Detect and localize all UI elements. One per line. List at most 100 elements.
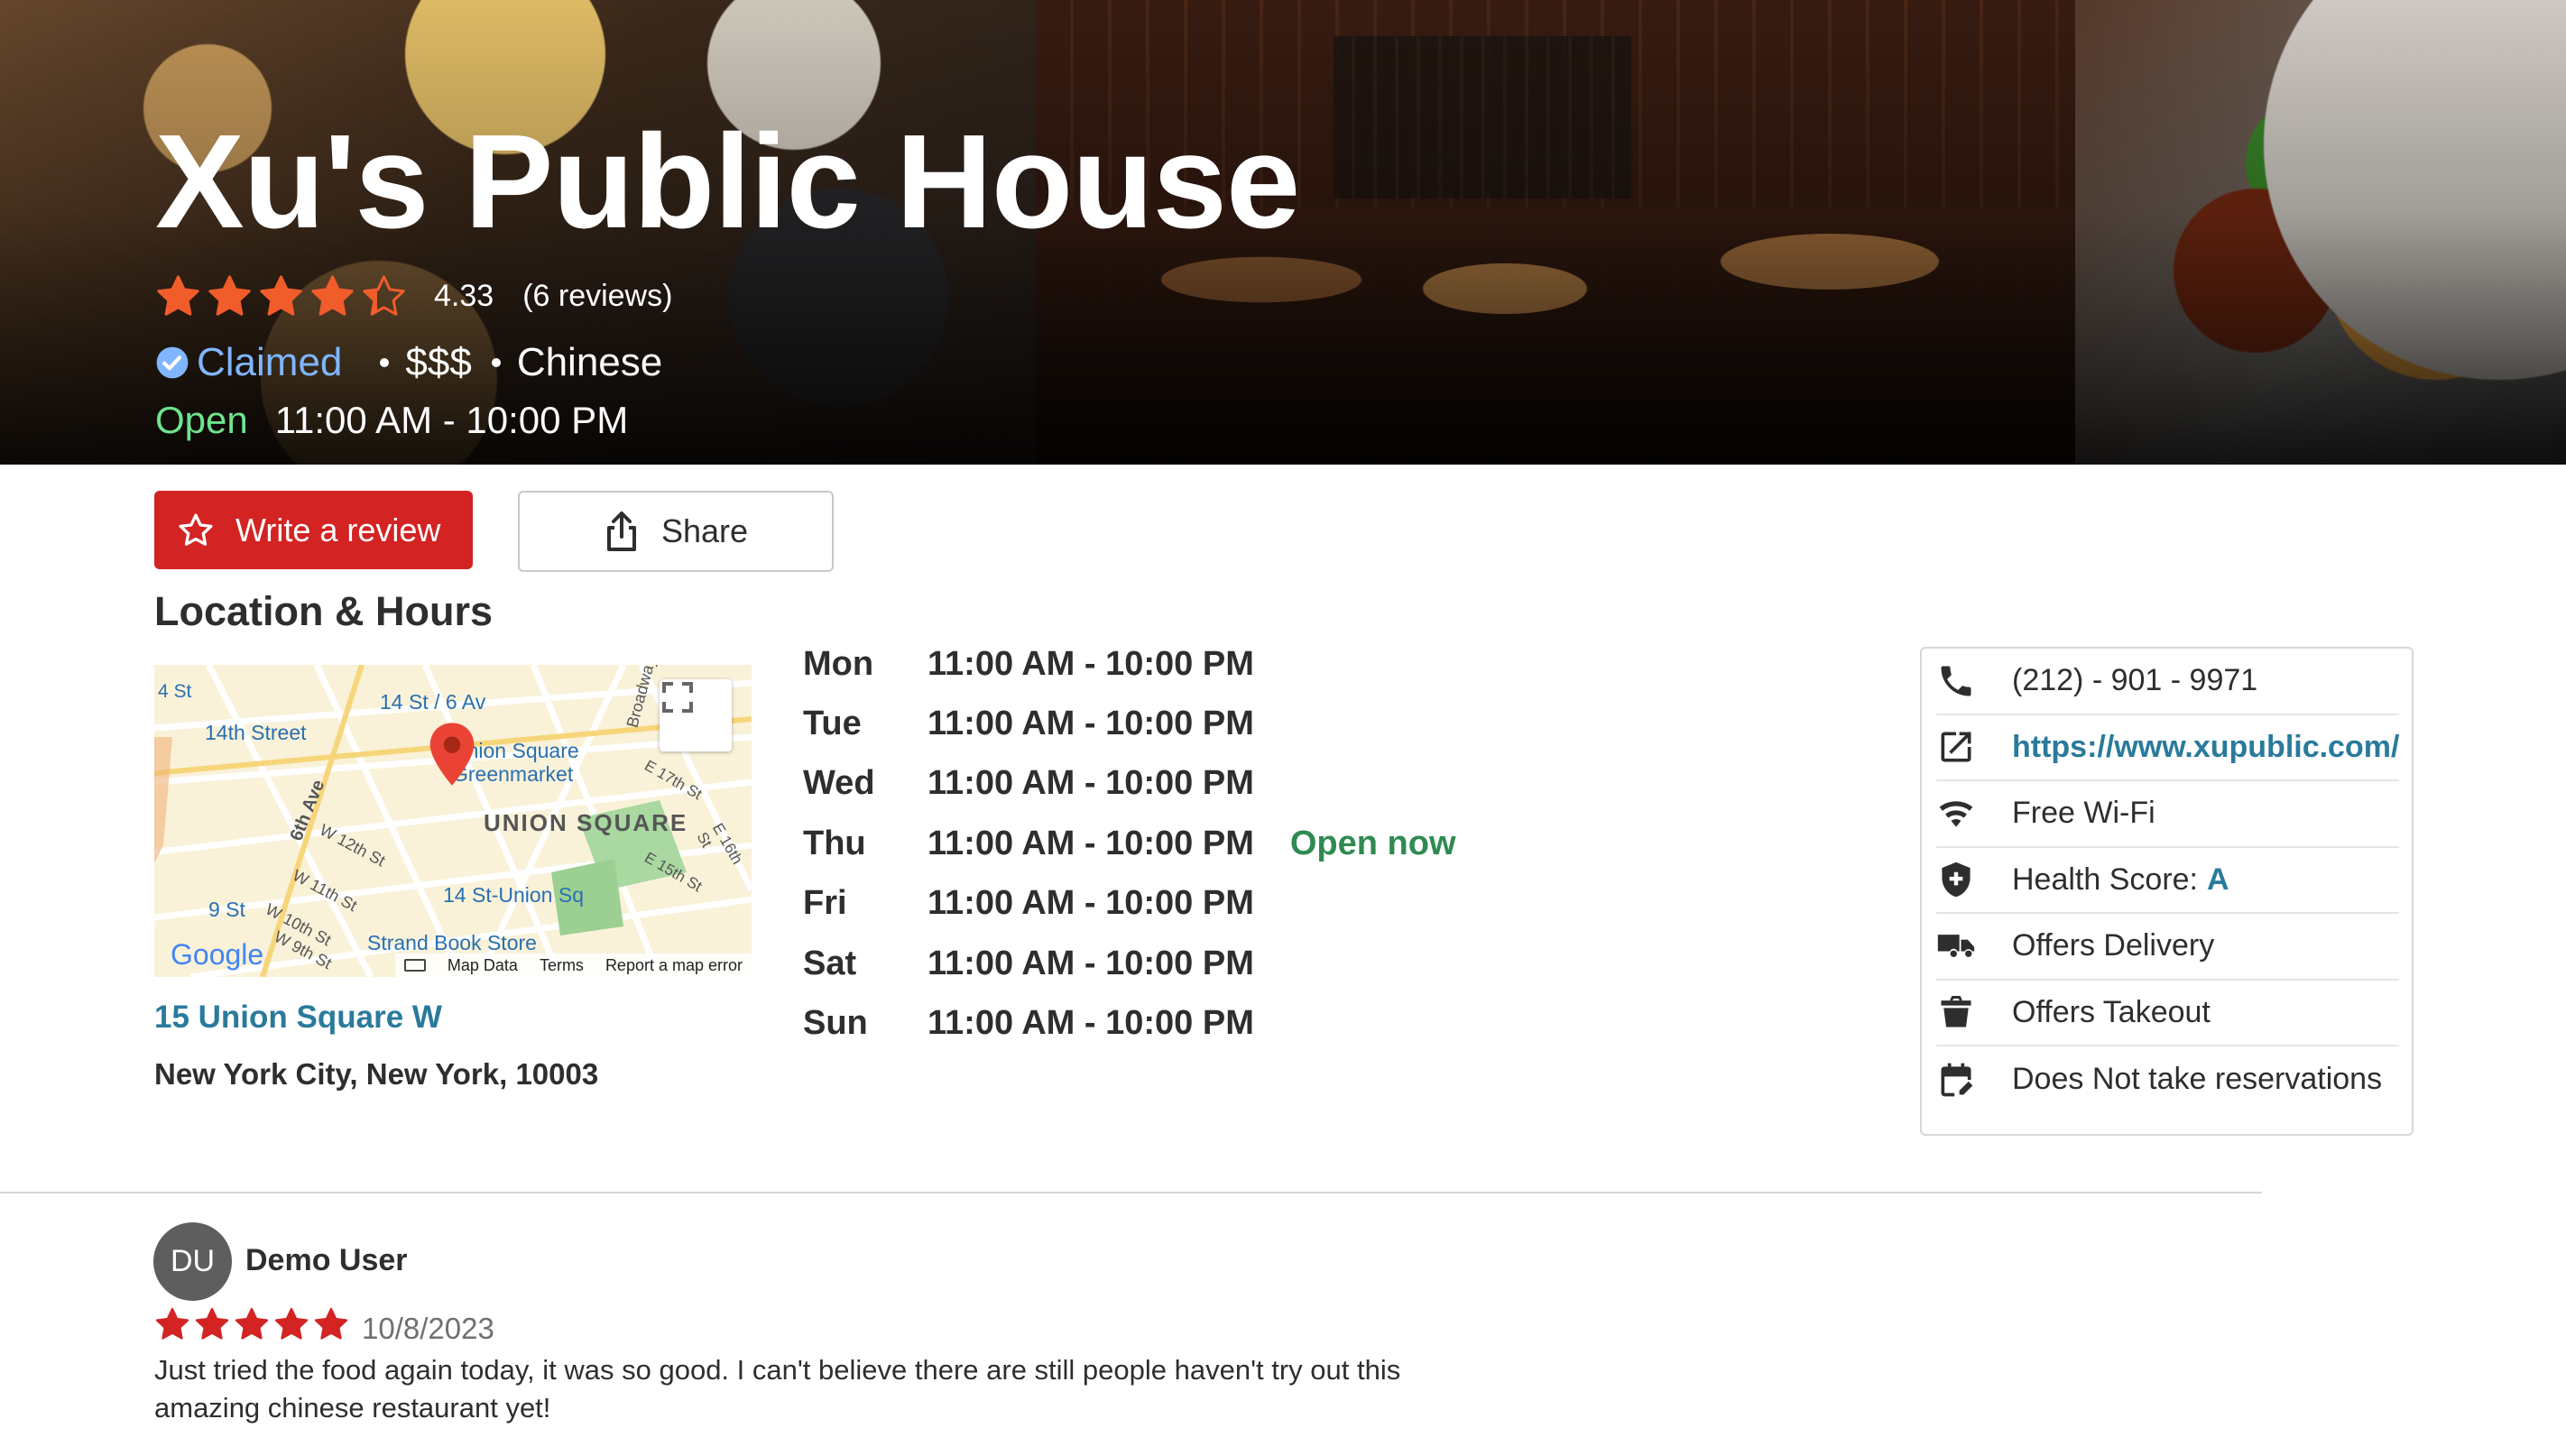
address-zip: 10003	[515, 1057, 599, 1091]
map-footer: Map Data Terms Report a map error	[394, 954, 752, 977]
hours-time: 11:00 AM - 10:00 PM	[928, 1004, 1254, 1043]
map-data-link[interactable]: Map Data	[448, 956, 518, 975]
google-logo: Google	[171, 938, 264, 971]
section-divider	[0, 1192, 2262, 1193]
star-icon	[157, 274, 199, 316]
business-name: Xu's Public House	[155, 107, 1300, 256]
takeout-box-icon	[1941, 996, 1971, 1027]
reservations-label: Does Not take reservations	[2012, 1062, 2383, 1097]
map-label-14st-union-sq: 14 St-Union Sq	[443, 883, 584, 907]
hours-time: 11:00 AM - 10:00 PM	[928, 884, 1254, 923]
takeout-label: Offers Takeout	[2012, 994, 2211, 1029]
health-score-grade[interactable]: A	[2207, 862, 2229, 897]
phone-icon	[1941, 666, 1971, 696]
star-icon	[363, 274, 405, 316]
hero-banner: Xu's Public House 4.33 (6 reviews) Claim…	[0, 0, 2566, 465]
hours-row: Sun 11:00 AM - 10:00 PM	[803, 993, 1456, 1053]
map-label-9st: 9 St	[208, 898, 245, 921]
location-map[interactable]: 4 St 14th Street 14 St / 6 Av Union Squa…	[154, 665, 752, 977]
wifi-label: Free Wi-Fi	[2012, 796, 2155, 831]
delivery-truck-icon	[1937, 934, 1975, 957]
open-now-badge: Open now	[1289, 824, 1456, 862]
star-icon	[195, 1307, 229, 1340]
info-row-takeout: Offers Takeout	[1936, 981, 2399, 1046]
info-row-reservations: Does Not take reservations	[1936, 1046, 2399, 1113]
map-fullscreen-button[interactable]	[660, 679, 732, 751]
info-row-website: https://www.xupublic.com/	[1936, 715, 2399, 781]
review-rating-stars	[154, 1306, 349, 1342]
delivery-label: Offers Delivery	[2012, 928, 2215, 963]
address-link[interactable]: 15 Union Square W	[154, 1000, 442, 1036]
rating-row: 4.33 (6 reviews)	[155, 271, 672, 321]
info-row-phone: (212) - 901 - 9971	[1936, 649, 2399, 715]
map-label-4st: 4 St	[158, 681, 192, 702]
hours-day: Fri	[803, 884, 847, 923]
hours-day: Mon	[803, 644, 874, 683]
hours-day: Wed	[803, 764, 875, 803]
hours-time: 11:00 AM - 10:00 PM	[928, 824, 1254, 862]
star-icon	[208, 274, 251, 316]
map-report-error-link[interactable]: Report a map error	[605, 956, 743, 975]
hours-time: 11:00 AM - 10:00 PM	[928, 944, 1254, 982]
health-score-text: Health Score:	[2012, 862, 2198, 897]
info-row-delivery: Offers Delivery	[1936, 914, 2399, 981]
hours-time: 11:00 AM - 10:00 PM	[928, 705, 1254, 743]
hours-row: Mon 11:00 AM - 10:00 PM	[803, 634, 1456, 694]
review-date: 10/8/2023	[362, 1312, 494, 1345]
map-terms-link[interactable]: Terms	[540, 956, 584, 975]
hours-row: Wed 11:00 AM - 10:00 PM	[803, 754, 1456, 814]
external-link-icon	[1941, 732, 1971, 762]
star-icon	[235, 1307, 269, 1340]
share-icon	[606, 511, 636, 551]
hours-day: Thu	[803, 824, 866, 862]
map-label-union-square: UNION SQUARE	[484, 809, 688, 836]
rating-value: 4.33	[434, 278, 494, 313]
hours-day: Sun	[803, 1004, 868, 1043]
keyboard-icon[interactable]	[403, 959, 426, 972]
address-state: New York,	[365, 1057, 508, 1091]
hours-day: Tue	[803, 705, 862, 743]
star-outline-icon	[179, 512, 213, 546]
map-label-strand: Strand Book Store	[367, 931, 537, 954]
health-score-label: Health Score: A	[2012, 862, 2229, 898]
section-title-location-hours: Location & Hours	[154, 588, 494, 634]
review-count[interactable]: (6 reviews)	[522, 279, 672, 314]
meta-row: Claimed $$$ Chinese	[155, 336, 662, 390]
map-label-14th-street: 14th Street	[205, 721, 307, 744]
calendar-edit-icon	[1941, 1063, 1973, 1097]
review-text: Just tried the food again today, it was …	[154, 1354, 1401, 1424]
shield-plus-icon	[1942, 862, 1971, 898]
star-icon	[311, 274, 354, 316]
avatar[interactable]: DU	[153, 1222, 232, 1301]
hours-row: Thu 11:00 AM - 10:00 PM Open now	[803, 814, 1456, 873]
verified-check-icon	[156, 346, 189, 379]
write-review-label: Write a review	[235, 511, 441, 548]
star-icon	[314, 1307, 348, 1340]
open-status: Open	[155, 399, 248, 441]
reviewer-name[interactable]: Demo User	[245, 1243, 408, 1278]
open-status-row: Open 11:00 AM - 10:00 PM	[155, 395, 628, 446]
write-review-button[interactable]: Write a review	[154, 491, 473, 569]
info-row-health-score: Health Score: A	[1936, 848, 2399, 914]
claimed-badge[interactable]: Claimed	[197, 340, 342, 385]
separator-dot	[491, 358, 501, 367]
website-link[interactable]: https://www.xupublic.com/	[2012, 730, 2399, 765]
star-icon	[155, 1307, 189, 1340]
hours-table: Mon 11:00 AM - 10:00 PM Tue 11:00 AM - 10:…	[803, 634, 1456, 1054]
star-icon	[260, 274, 302, 316]
map-pin-icon[interactable]	[427, 721, 477, 788]
star-icon	[274, 1307, 309, 1340]
share-label: Share	[660, 512, 749, 549]
price-range: $$$	[405, 340, 472, 384]
wifi-icon	[1939, 800, 1973, 827]
today-hours: 11:00 AM - 10:00 PM	[274, 399, 629, 441]
hours-time: 11:00 AM - 10:00 PM	[928, 644, 1254, 683]
share-button[interactable]: Share	[518, 491, 834, 572]
hours-time: 11:00 AM - 10:00 PM	[928, 764, 1254, 803]
hours-row: Sat 11:00 AM - 10:00 PM	[803, 934, 1456, 993]
phone-number[interactable]: (212) - 901 - 9971	[2012, 663, 2257, 698]
info-row-wifi: Free Wi-Fi	[1936, 781, 2399, 848]
address-city-line: New York City, New York, 10003	[154, 1057, 598, 1092]
category-link[interactable]: Chinese	[517, 340, 662, 385]
address-city: New York City,	[154, 1057, 358, 1091]
